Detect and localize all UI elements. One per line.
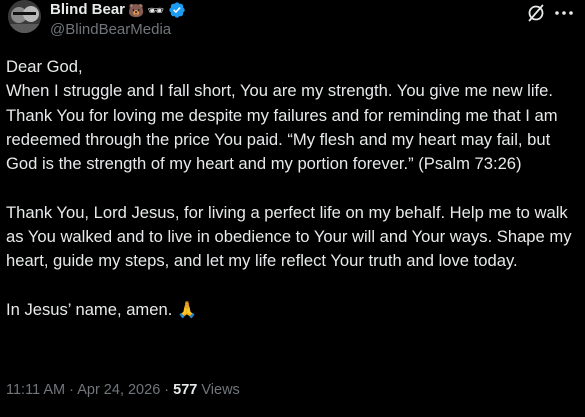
views-label: Views (197, 382, 240, 398)
grok-slash-circle-icon (528, 4, 544, 22)
meta-separator: · (160, 382, 174, 398)
bear-emoji-icon: 🐻 (128, 2, 145, 18)
verified-badge-icon (168, 1, 186, 19)
tweet-time[interactable]: 11:11 AM (6, 382, 65, 398)
meta-separator: · (65, 382, 78, 398)
tweet-meta: 11:11 AM · Apr 24, 2026 · 577 Views (6, 380, 240, 400)
avatar-image (8, 0, 41, 33)
grok-button[interactable] (526, 3, 546, 23)
tweet-header: Blind Bear 🐻 🕶 @BlindBearMedia (0, 0, 585, 46)
tweet-paragraph-3: In Jesus’ name, amen. 🙏 (6, 298, 576, 323)
sunglasses-emoji-icon: 🕶 (147, 2, 164, 18)
more-dots-icon (555, 11, 573, 15)
avatar[interactable] (8, 0, 41, 33)
tweet-date[interactable]: Apr 24, 2026 (77, 382, 160, 398)
author-handle[interactable]: @BlindBearMedia (50, 21, 186, 39)
views-count: 577 (173, 382, 198, 398)
more-options-button[interactable] (553, 3, 575, 23)
tweet-paragraph-2: Thank You, Lord Jesus, for living a perf… (6, 202, 577, 271)
tweet-paragraph-1: Dear God, When I struggle and I fall sho… (6, 57, 558, 174)
tweet-text: Dear God, When I struggle and I fall sho… (6, 55, 576, 323)
display-name-row[interactable]: Blind Bear 🐻 🕶 (50, 0, 186, 20)
display-name[interactable]: Blind Bear (50, 0, 125, 20)
author-block: Blind Bear 🐻 🕶 @BlindBearMedia (50, 0, 186, 39)
tweet-paragraph-3-text: In Jesus’ name, amen. (6, 299, 177, 319)
praying-hands-emoji-icon: 🙏 (176, 301, 197, 319)
